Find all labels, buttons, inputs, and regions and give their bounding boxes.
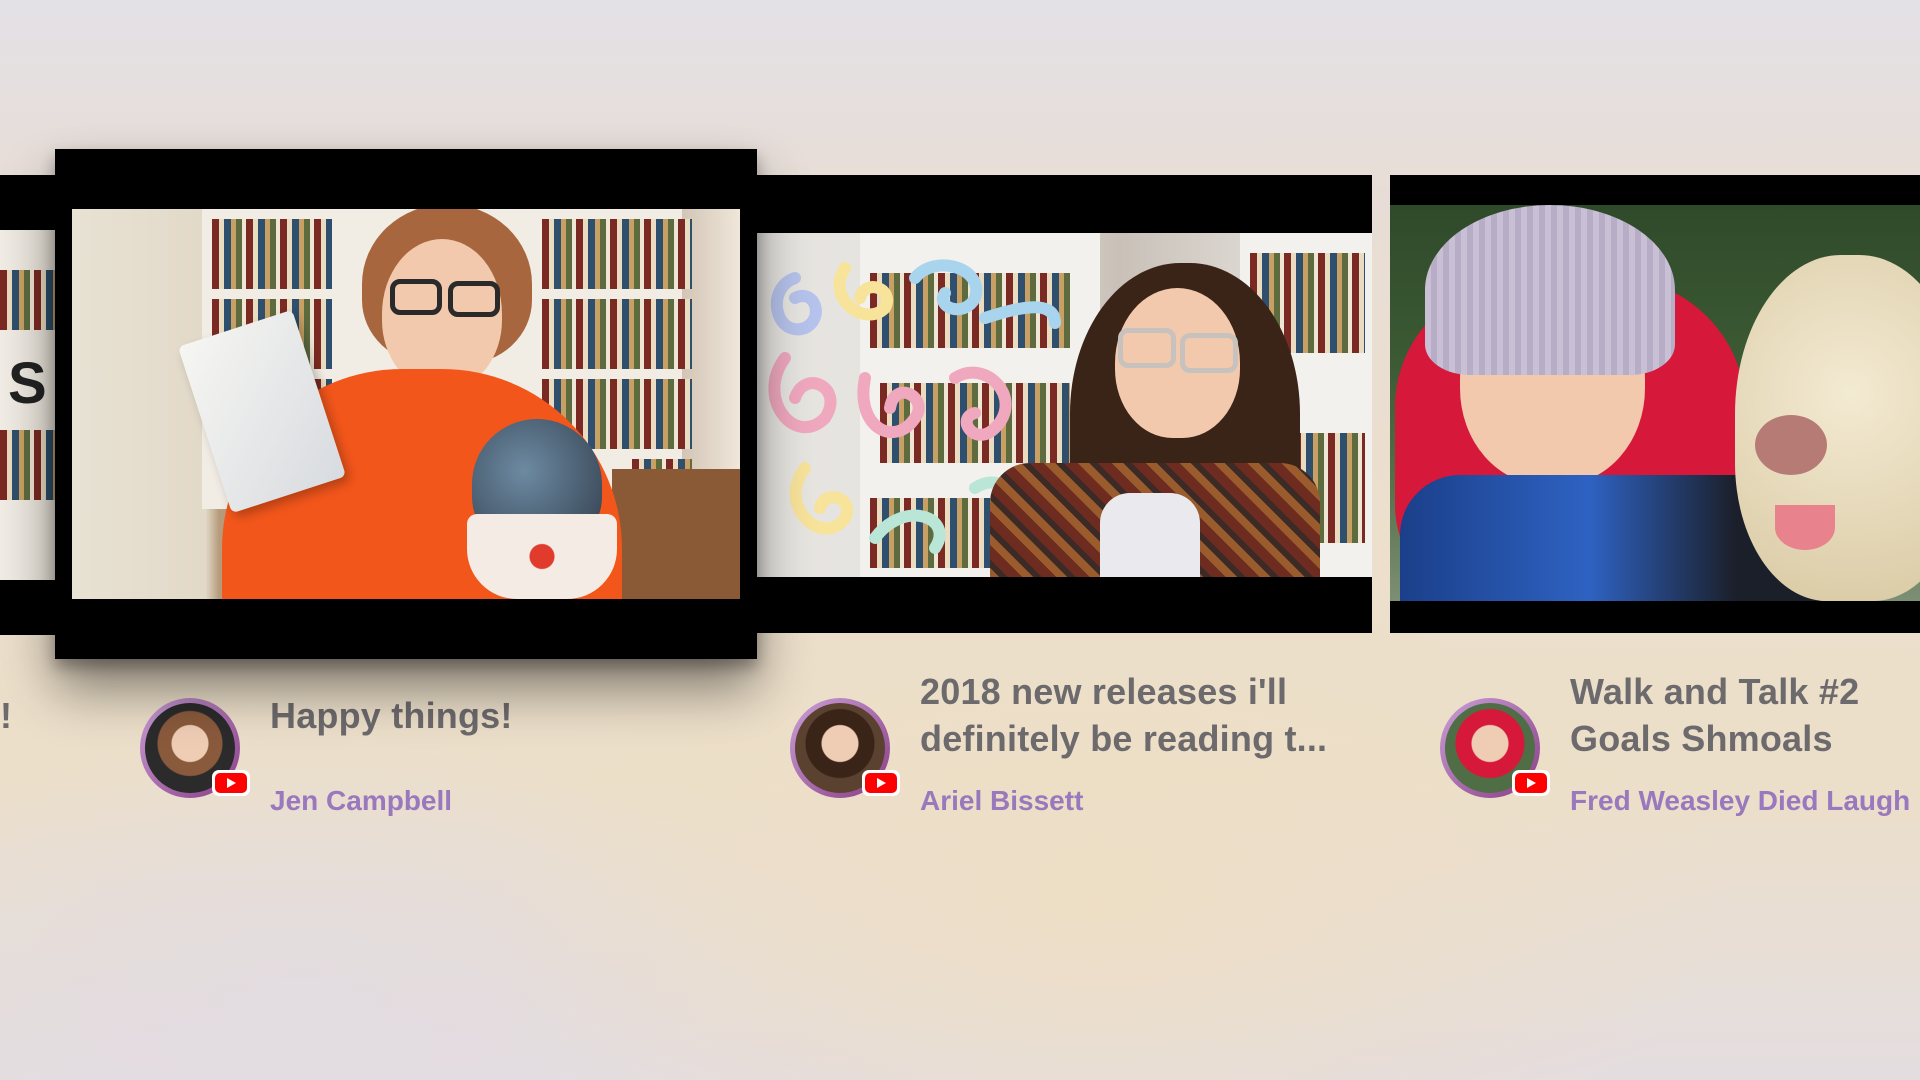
thumbnail-text: S [8, 351, 47, 416]
video-title-partial-left: ! [0, 695, 13, 736]
person-beanie [1425, 205, 1675, 375]
youtube-icon [212, 770, 250, 796]
youtube-icon [862, 770, 900, 796]
video-title-walk-and-talk-2-line1: Walk and Talk #2 [1570, 671, 1860, 712]
video-title-2018-new-releases-line1: 2018 new releases i'll [920, 671, 1288, 712]
video-title-2018-new-releases-line2: definitely be reading t... [920, 718, 1328, 759]
video-thumbnail-happy-things[interactable] [55, 149, 757, 659]
channel-avatar-fred-weasley-died-laugh[interactable] [1440, 698, 1550, 798]
dog-tongue [1775, 505, 1835, 550]
channel-avatar-ariel-bissett[interactable] [790, 698, 900, 798]
channel-avatar-jen-campbell[interactable] [140, 698, 250, 798]
video-shelf: S ! Happy things! Jen Campbell 2018 new … [0, 0, 1920, 1080]
channel-name-jen-campbell: Jen Campbell [270, 785, 453, 816]
cup-prop [467, 514, 617, 599]
video-title-happy-things: Happy things! [270, 695, 513, 736]
channel-name-fred-weasley-died-laugh: Fred Weasley Died Laugh [1570, 785, 1911, 816]
channel-name-ariel-bissett: Ariel Bissett [920, 785, 1084, 816]
video-title-walk-and-talk-2-line2: Goals Shmoals [1570, 718, 1833, 759]
video-thumbnail-walk-and-talk-2[interactable] [1390, 175, 1920, 633]
video-thumbnail-2018-new-releases[interactable] [740, 175, 1372, 633]
youtube-icon [1512, 770, 1550, 796]
dog-nose [1755, 415, 1827, 475]
